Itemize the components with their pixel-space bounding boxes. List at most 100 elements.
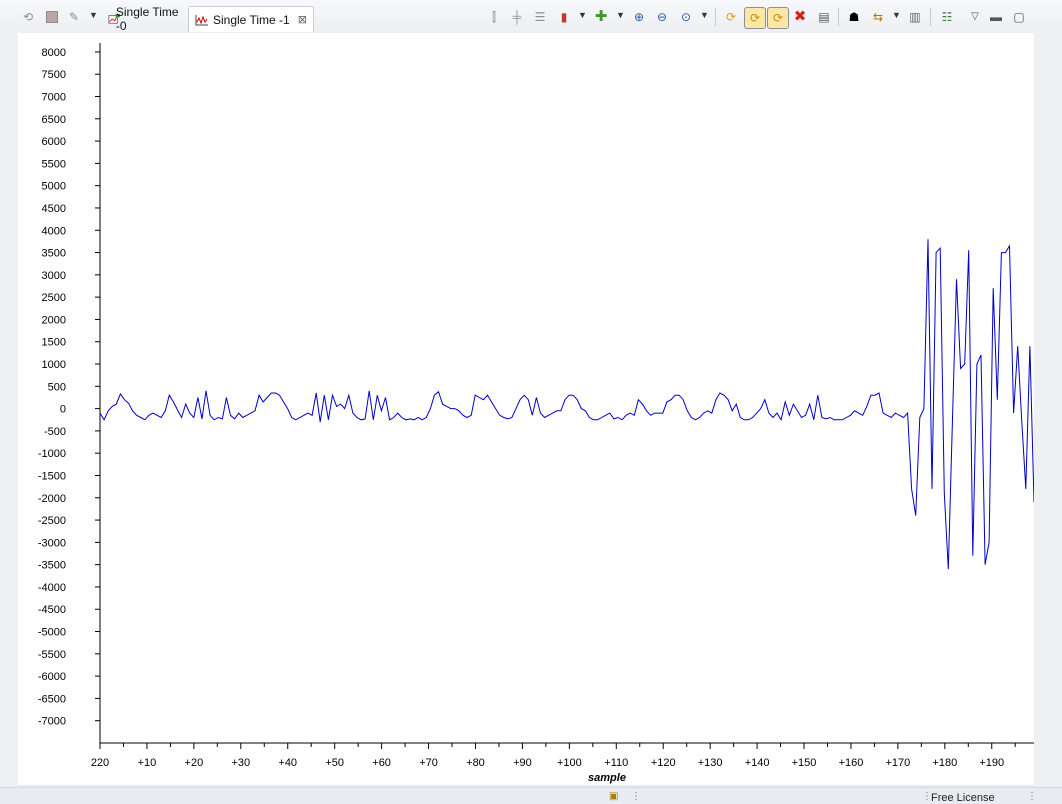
- find-icon[interactable]: ☗: [846, 9, 862, 25]
- sync-icon[interactable]: ⟲: [20, 9, 36, 25]
- x-tick-label: +30: [231, 757, 250, 769]
- y-tick-label: 1500: [42, 337, 66, 349]
- x-tick-label: +190: [979, 757, 1004, 769]
- align-right-icon[interactable]: ☰: [532, 9, 548, 25]
- y-tick-label: 4000: [42, 225, 66, 237]
- y-tick-label: -6500: [38, 693, 66, 705]
- tab-label: Single Time -0: [115, 5, 179, 33]
- y-tick-label: 0: [60, 404, 66, 416]
- y-tick-label: -2000: [38, 493, 66, 505]
- chevron-down-icon[interactable]: ▼: [89, 10, 98, 20]
- x-tick-label: +100: [557, 757, 582, 769]
- x-tick-label: +20: [185, 757, 204, 769]
- toolbar-separator: [838, 8, 839, 26]
- y-tick-label: 500: [48, 381, 66, 393]
- y-tick-label: 6000: [42, 136, 66, 148]
- x-tick-label: +90: [513, 757, 532, 769]
- close-icon[interactable]: ⊠: [298, 13, 307, 26]
- tab-label: Single Time -1: [213, 12, 290, 27]
- x-tick-label: +40: [278, 757, 297, 769]
- chevron-down-icon[interactable]: ▼: [578, 10, 587, 20]
- tab-single-time-1[interactable]: Single Time -1 ⊠: [188, 6, 314, 32]
- y-tick-label: -3000: [38, 537, 66, 549]
- y-tick-label: -6000: [38, 671, 66, 683]
- align-left-icon[interactable]: ⫿: [486, 9, 502, 25]
- right-gutter: [1034, 33, 1062, 793]
- chevron-down-icon[interactable]: ▼: [616, 10, 625, 20]
- view-menu-icon[interactable]: ▽: [967, 9, 983, 25]
- x-tick-label: +140: [745, 757, 770, 769]
- x-axis-label: sample: [588, 772, 626, 784]
- x-tick-label: +60: [372, 757, 391, 769]
- x-tick-label: +80: [466, 757, 485, 769]
- toolbar-separator: [715, 8, 716, 26]
- minimize-icon[interactable]: ▬: [988, 9, 1004, 25]
- marker-icon[interactable]: ▮: [556, 9, 572, 25]
- y-tick-label: 3500: [42, 248, 66, 260]
- y-tick-label: -3500: [38, 560, 66, 572]
- x-tick-label: +10: [138, 757, 157, 769]
- settings-icon[interactable]: ⇆: [870, 9, 886, 25]
- y-tick-label: -500: [44, 426, 66, 438]
- x-tick-label: +70: [419, 757, 438, 769]
- x-tick-label: +120: [651, 757, 676, 769]
- y-tick-label: -4000: [38, 582, 66, 594]
- export-icon[interactable]: ▤: [816, 9, 832, 25]
- y-tick-label: 2500: [42, 292, 66, 304]
- y-tick-label: 4500: [42, 203, 66, 215]
- zoom-fit-icon[interactable]: ⊙: [678, 9, 694, 25]
- y-tick-label: -7000: [38, 716, 66, 728]
- y-tick-label: 8000: [42, 47, 66, 59]
- add-icon[interactable]: ✚: [593, 9, 609, 25]
- y-tick-label: -2500: [38, 515, 66, 527]
- status-separator: ⋮: [1027, 791, 1037, 802]
- x-tick-label: +180: [932, 757, 957, 769]
- license-status: Free License: [931, 792, 995, 804]
- y-tick-label: -5500: [38, 649, 66, 661]
- auto-scale-icon[interactable]: ⟳: [744, 7, 766, 29]
- y-tick-label: 1000: [42, 359, 66, 371]
- graph-icon: [195, 14, 208, 25]
- maximize-icon[interactable]: ▢: [1011, 9, 1027, 25]
- left-gutter: [0, 33, 18, 793]
- y-tick-label: 3000: [42, 270, 66, 282]
- zoom-out-icon[interactable]: ⊖: [654, 9, 670, 25]
- series-line: [99, 239, 1035, 570]
- x-tick-label: +110: [604, 757, 628, 769]
- status-icon: ▣: [609, 791, 619, 802]
- auto-scale-y-icon[interactable]: ⟳: [767, 7, 789, 29]
- x-tick-label: +150: [792, 757, 817, 769]
- view-toolbar: ⟲ ✎ ▼ Single Time -0 Single Time -1 ⊠ ⫿ …: [0, 0, 1062, 34]
- chart-panel[interactable]: 8000 7500 7000 6500 6000 5500 5000 4500 4000 3500…: [18, 33, 1035, 785]
- y-tick-label: 5500: [42, 158, 66, 170]
- zoom-in-icon[interactable]: ⊕: [631, 9, 647, 25]
- chevron-down-icon[interactable]: ▼: [892, 10, 901, 20]
- edit-icon[interactable]: ✎: [66, 9, 82, 25]
- y-tick-label: 6500: [42, 114, 66, 126]
- x-tick-label: +160: [839, 757, 864, 769]
- status-bar: ▣ ⋮ ⋮ Free License ⋮: [0, 787, 1062, 804]
- single-time-graph[interactable]: 8000750070006500600055005000450040003500…: [18, 33, 1035, 785]
- properties-icon[interactable]: ☷: [939, 9, 955, 25]
- y-tick-label: -5000: [38, 627, 66, 639]
- y-tick-label: 7500: [42, 69, 66, 81]
- remove-icon[interactable]: ✖: [792, 9, 808, 25]
- chevron-down-icon[interactable]: ▼: [700, 10, 709, 20]
- x-tick-label: +50: [325, 757, 344, 769]
- x-tick-label: 220: [91, 757, 109, 769]
- align-center-icon[interactable]: ╪: [509, 9, 525, 25]
- y-tick-label: -4500: [38, 604, 66, 616]
- y-tick-label: 7000: [42, 92, 66, 104]
- status-separator: ⋮: [631, 791, 641, 802]
- y-tick-label: 5000: [42, 181, 66, 193]
- refresh-icon[interactable]: ⟳: [723, 9, 739, 25]
- save-icon[interactable]: ▥: [907, 9, 923, 25]
- y-tick-label: 2000: [42, 314, 66, 326]
- stop-icon[interactable]: [44, 9, 60, 25]
- y-tick-label: -1000: [38, 448, 66, 460]
- x-tick-label: +130: [698, 757, 723, 769]
- tab-single-time-0[interactable]: Single Time -0: [102, 5, 187, 33]
- x-tick-label: +170: [885, 757, 910, 769]
- toolbar-separator: [930, 8, 931, 26]
- y-tick-label: -1500: [38, 470, 66, 482]
